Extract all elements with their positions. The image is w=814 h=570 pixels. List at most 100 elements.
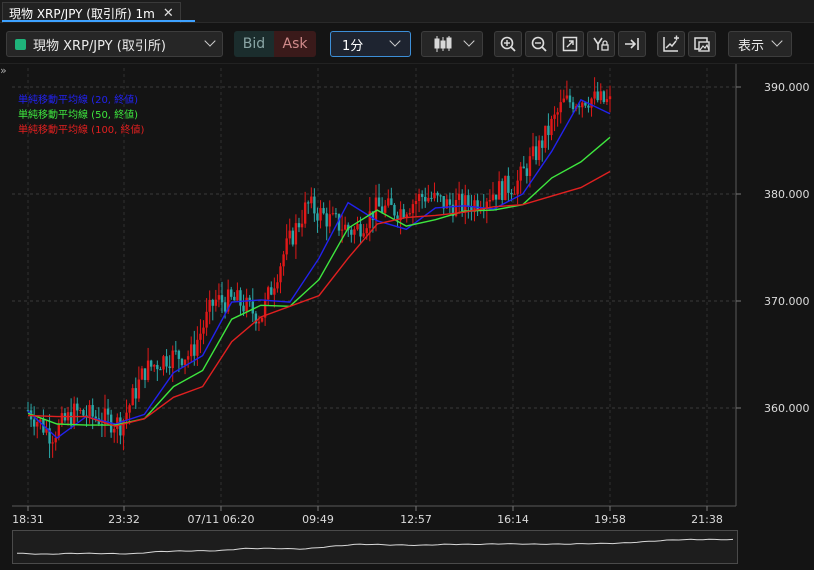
ask-button[interactable]: Ask [274, 31, 316, 57]
candle-body [223, 302, 227, 312]
candle-body [365, 228, 368, 234]
candle-body [528, 156, 532, 176]
candle-body [457, 193, 461, 200]
candle-body [79, 410, 82, 412]
candle-body [374, 197, 378, 221]
navigator-price-line [17, 538, 734, 555]
candle-body [599, 91, 602, 101]
navigator-line[interactable] [13, 531, 737, 563]
candle-body [137, 379, 141, 399]
candle-body [217, 295, 221, 300]
candle-body [251, 301, 254, 314]
display-label: 表示 [738, 38, 765, 54]
candle-body [581, 102, 584, 108]
candle-body [214, 299, 218, 306]
candle-body [291, 230, 295, 245]
chevron-down-icon [204, 35, 216, 47]
candle-body [307, 202, 310, 204]
candle-body [420, 194, 424, 197]
candle-body [550, 118, 553, 136]
chevron-down-icon [389, 35, 401, 47]
candle-body [593, 91, 596, 99]
candle-body [60, 413, 64, 424]
interval-select[interactable]: 1分 [330, 31, 411, 57]
candle-body [205, 311, 208, 328]
candle-body [464, 195, 467, 212]
ma-line-50 [27, 136, 611, 426]
candle-body [190, 344, 193, 357]
zoom-out-button[interactable] [525, 31, 553, 57]
candle-body [128, 405, 131, 413]
candle-body [230, 289, 233, 297]
candle-body [294, 223, 298, 245]
symbol-select[interactable]: 現物 XRP/JPY (取引所) [6, 31, 223, 57]
add-indicator-button[interactable] [657, 31, 685, 57]
candle-body [94, 416, 97, 419]
scroll-to-end-button[interactable] [618, 31, 646, 57]
auto-scale-button[interactable] [587, 31, 615, 57]
candle-body [171, 350, 174, 369]
x-tick-label: 23:32 [108, 513, 140, 526]
candle-body [328, 214, 331, 227]
bid-button[interactable]: Bid [234, 31, 274, 57]
candle-body [186, 356, 190, 360]
screenshot-button[interactable] [688, 31, 716, 57]
candle-body [54, 437, 57, 443]
candle-body [180, 358, 184, 366]
candle-body [125, 412, 128, 421]
candle-body [106, 408, 110, 415]
candle-body [578, 106, 581, 108]
candle-body [559, 102, 562, 113]
candle-body [165, 356, 168, 367]
candle-body [82, 410, 85, 416]
candle-body [534, 146, 538, 161]
tab-active-indicator [2, 20, 195, 22]
close-icon[interactable]: ✕ [163, 6, 174, 21]
candle-body [233, 296, 236, 301]
candle-body [602, 91, 606, 103]
ma-line-20 [27, 98, 611, 439]
navigator-panel[interactable] [12, 530, 738, 564]
candle-body [303, 202, 307, 224]
chevron-down-icon [771, 35, 783, 47]
candle-body [553, 114, 556, 119]
candle-body [590, 98, 593, 108]
fit-icon [562, 36, 578, 52]
candle-body [288, 230, 291, 239]
candle-body [494, 194, 498, 200]
fit-button[interactable] [556, 31, 584, 57]
candle-body [119, 417, 122, 436]
candle-body [568, 95, 572, 103]
candle-body [174, 350, 178, 352]
candle-body [319, 208, 322, 221]
candle-body [76, 403, 79, 411]
tab-bar: 現物 XRP/JPY (取引所) 1m ✕ [0, 0, 814, 23]
candle-body [270, 287, 273, 295]
display-menu-button[interactable]: 表示 [728, 31, 792, 57]
candle-body [183, 359, 187, 366]
chart-type-select[interactable] [421, 31, 483, 57]
candle-body [300, 223, 304, 228]
candle-body [72, 403, 76, 426]
candle-body [340, 229, 344, 231]
candle-body [177, 350, 181, 359]
candle-body [467, 195, 470, 207]
candle-body [257, 321, 261, 324]
zoom-in-button[interactable] [494, 31, 522, 57]
candle-body [488, 200, 492, 202]
candle-body [239, 290, 242, 306]
candle-body [122, 420, 125, 436]
candle-body [384, 205, 387, 213]
candle-body [531, 146, 535, 157]
zoom-out-icon [531, 36, 547, 52]
candle-body [156, 364, 159, 370]
candle-body [565, 95, 569, 99]
candle-body [460, 193, 464, 212]
scroll-to-end-icon [625, 38, 639, 50]
candle-body [140, 368, 144, 380]
candle-body [387, 198, 390, 206]
candle-body [501, 181, 504, 201]
ma-line-100 [27, 170, 611, 427]
candle-body [69, 412, 73, 426]
candle-body [282, 254, 285, 267]
